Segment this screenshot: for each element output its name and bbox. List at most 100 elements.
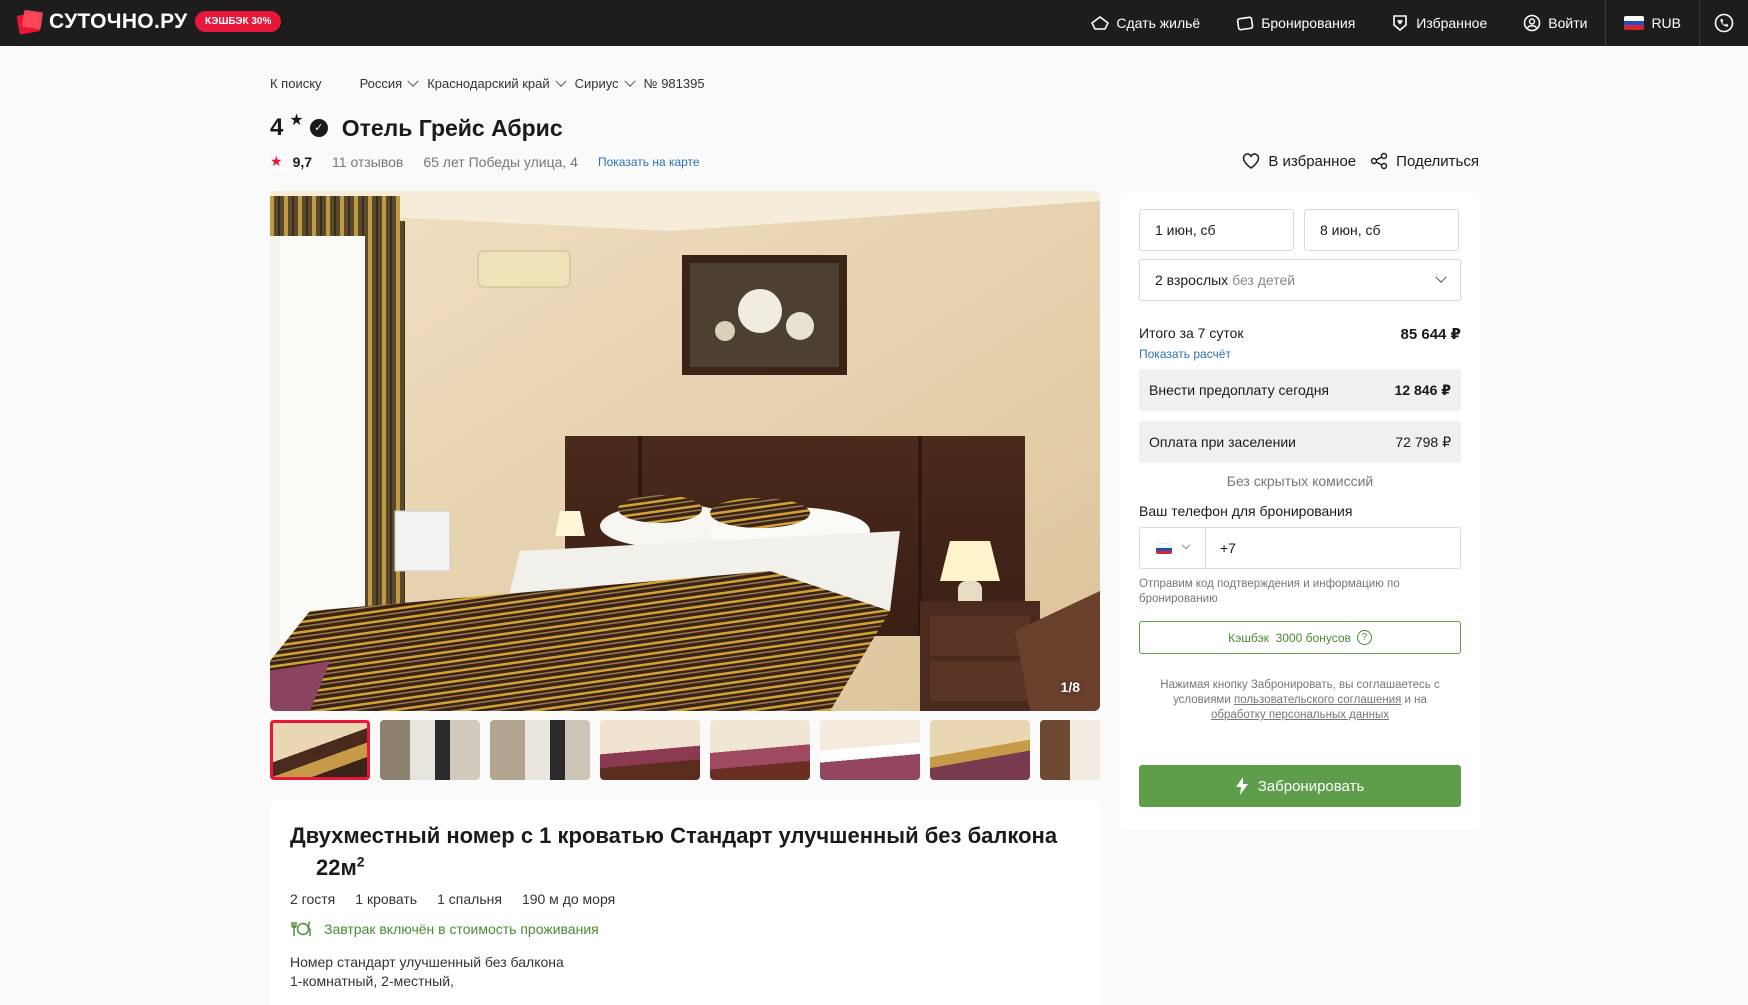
thumbnail[interactable]	[930, 720, 1030, 780]
house-icon	[1091, 16, 1110, 30]
share-button[interactable]: Поделиться	[1370, 152, 1479, 170]
check-in-date[interactable]: 1 июн, сб	[1139, 209, 1294, 251]
guests-select[interactable]: 2 взрослых без детей	[1139, 259, 1461, 301]
room-card: Двухместный номер с 1 кроватью Стандарт …	[270, 800, 1100, 1005]
breakfast-label: Завтрак включён в стоимость проживания	[324, 921, 599, 938]
crumb-region-label: Краснодарский край	[427, 76, 550, 91]
chevron-down-icon	[554, 75, 567, 87]
ru-flag-icon	[1156, 542, 1172, 554]
phone-input[interactable]	[1206, 528, 1460, 568]
room-desc-line: 1-комнатный, 2-местный,	[290, 973, 454, 990]
agree-text-2: и на	[1404, 694, 1427, 706]
breakfast-info: Завтрак включён в стоимость проживания	[290, 921, 1080, 937]
star-icon: ★	[270, 153, 283, 169]
bookings-icon	[1237, 16, 1254, 31]
guests-adults: 2 взрослых	[1155, 272, 1229, 288]
chevron-down-icon	[407, 75, 419, 87]
heart-icon	[1243, 153, 1260, 169]
checkin-payment-box: Оплата при заселении 72 798 ₽	[1139, 421, 1461, 463]
top-navbar: СУТОЧНО.РУ КЭШБЭК 30% Сдать жильё Бронир…	[0, 0, 1748, 46]
checkin-payment-label: Оплата при заселении	[1149, 434, 1296, 450]
prepay-box: Внести предоплату сегодня 12 846 ₽	[1139, 369, 1461, 411]
room-feature: 1 кровать	[355, 891, 418, 908]
verified-icon: ✓	[309, 119, 328, 137]
hotel-name: Отель Грейс Абрис	[341, 114, 563, 141]
chevron-down-icon	[1435, 271, 1447, 283]
nav-favorites-label: Избранное	[1416, 15, 1488, 31]
crumb-city-label: Сириус	[574, 76, 619, 91]
crumb-city[interactable]: Сириус	[574, 75, 636, 91]
book-button[interactable]: Забронировать	[1139, 765, 1461, 807]
contact-button[interactable]	[1700, 0, 1748, 46]
nav-bookings[interactable]: Бронирования	[1218, 0, 1373, 46]
personal-data-link[interactable]: обработку персональных данных	[1211, 709, 1389, 721]
phone-chat-icon	[1714, 13, 1734, 33]
total-row: Итого за 7 суток 85 644 ₽	[1139, 325, 1461, 343]
nav-login[interactable]: Войти	[1505, 0, 1605, 46]
nav-rent-out-label: Сдать жильё	[1116, 15, 1201, 31]
phone-field	[1139, 527, 1461, 569]
breadcrumb: К поиску Россия Краснодарский край Сириу…	[270, 75, 705, 91]
thumbnail[interactable]	[820, 720, 920, 780]
page-content: К поиску Россия Краснодарский край Сириу…	[0, 46, 1748, 1005]
prepay-label: Внести предоплату сегодня	[1149, 382, 1330, 398]
nav-rent-out[interactable]: Сдать жильё	[1073, 0, 1218, 46]
question-icon[interactable]: ?	[1356, 630, 1372, 645]
thumbnail[interactable]	[490, 720, 590, 780]
thumbnail[interactable]	[710, 720, 810, 780]
hotel-title-row: 4 ★ ✓ Отель Грейс Абрис	[270, 112, 563, 142]
guests-value: 2 взрослых без детей	[1155, 272, 1295, 288]
chevron-down-icon	[1181, 540, 1191, 550]
room-feature: 190 м до моря	[521, 891, 616, 908]
phone-hint: Отправим код подтверждения и информацию …	[1139, 578, 1400, 605]
listing-number: № 981395	[643, 76, 705, 91]
nav-favorites[interactable]: Избранное	[1373, 0, 1505, 46]
cashback-badge[interactable]: КЭШБЭК 30%	[195, 11, 282, 32]
crumb-region[interactable]: Краснодарский край	[427, 75, 567, 91]
user-agreement-link[interactable]: пользовательского соглашения	[1234, 694, 1401, 706]
reviews-link[interactable]: 11 отзывов	[332, 154, 403, 170]
show-calculation-link[interactable]: Показать расчёт	[1139, 347, 1461, 361]
thumbnail[interactable]	[380, 720, 480, 780]
hotel-room-photo	[270, 191, 1100, 711]
thumbnail[interactable]	[270, 720, 370, 780]
hotel-stars: 4	[270, 114, 284, 141]
thumbnail[interactable]	[600, 720, 700, 780]
cashback-info[interactable]: Кэшбэк 3000 бонусов ?	[1139, 621, 1461, 654]
phone-label: Ваш телефон для бронирования	[1139, 503, 1353, 519]
share-label: Поделиться	[1396, 152, 1479, 170]
photo-counter: 1/8	[1060, 679, 1080, 695]
currency-selector[interactable]: RUB	[1606, 0, 1699, 46]
add-favorite-label: В избранное	[1268, 152, 1357, 170]
room-description: Номер стандарт улучшенный без балкона 1-…	[290, 953, 1080, 991]
photo-gallery[interactable]: 1/8	[270, 191, 1100, 711]
back-to-search-link[interactable]: К поиску	[270, 76, 322, 91]
room-area: 22м2	[290, 854, 365, 880]
check-out-date[interactable]: 8 июн, сб	[1304, 209, 1459, 251]
star-icon: ★	[289, 112, 304, 129]
nav-login-label: Войти	[1548, 15, 1588, 31]
room-area-sup: 2	[356, 854, 365, 870]
add-favorite-button[interactable]: В избранное	[1242, 153, 1356, 170]
booking-panel: 1 июн, сб 8 июн, сб 2 взрослых без детей…	[1120, 191, 1480, 830]
room-feature: 2 гостя	[290, 891, 336, 908]
book-button-label: Забронировать	[1257, 777, 1365, 795]
no-fees-note: Без скрытых комиссий	[1226, 473, 1374, 489]
country-code-select[interactable]	[1140, 528, 1206, 568]
total-label: Итого за 7 суток	[1139, 325, 1244, 341]
hotel-actions: В избранное Поделиться	[1242, 152, 1479, 170]
hotel-rating: 9,7	[292, 153, 313, 170]
ru-flag-icon	[1624, 16, 1645, 30]
prepay-value: 12 846 ₽	[1394, 381, 1451, 398]
logo-text: СУТОЧНО.РУ	[49, 10, 188, 33]
guests-children: без детей	[1232, 272, 1296, 288]
thumbnail[interactable]	[1040, 720, 1100, 780]
hotel-meta: ★ 9,7 11 отзывов 65 лет Победы улица, 4 …	[270, 153, 700, 170]
room-features: 2 гостя 1 кровать 1 спальня 190 м до мор…	[290, 891, 1080, 907]
site-logo[interactable]: СУТОЧНО.РУ	[16, 8, 187, 36]
room-title: Двухместный номер с 1 кроватью Стандарт …	[290, 822, 1080, 881]
breakfast-icon	[291, 921, 311, 937]
show-on-map-link[interactable]: Показать на карте	[598, 155, 700, 169]
crumb-country[interactable]: Россия	[360, 75, 419, 91]
checkin-payment-value: 72 798 ₽	[1395, 433, 1451, 450]
